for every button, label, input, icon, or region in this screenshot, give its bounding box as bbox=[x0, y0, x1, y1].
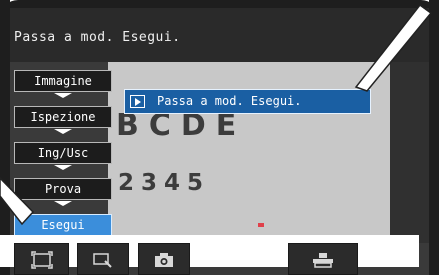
device-bezel-left bbox=[0, 0, 10, 275]
main-menu: Immagine Ispezione Ing/Usc Prova Esegui bbox=[14, 70, 112, 245]
fit-frame-button[interactable] bbox=[14, 243, 69, 275]
popup-label: Passa a mod. Esegui. bbox=[157, 94, 302, 108]
device-display: Passa a mod. Esegui. BCDE 2345 Immagine … bbox=[0, 0, 439, 275]
flow-arrow-icon bbox=[54, 129, 72, 134]
title-text: Passa a mod. Esegui. bbox=[14, 30, 181, 45]
zoom-icon bbox=[93, 253, 112, 268]
play-icon bbox=[130, 95, 145, 108]
title-bar: Passa a mod. Esegui. bbox=[10, 8, 429, 62]
sample-digits: 2345 bbox=[118, 170, 211, 196]
menu-item-immagine[interactable]: Immagine bbox=[14, 70, 112, 92]
menu-item-ing-usc[interactable]: Ing/Usc bbox=[14, 142, 112, 164]
flow-arrow-icon bbox=[54, 201, 72, 206]
side-panel bbox=[390, 62, 429, 243]
menu-item-ispezione[interactable]: Ispezione bbox=[14, 106, 112, 128]
flow-arrow-icon bbox=[54, 93, 72, 98]
measurement-marker bbox=[258, 223, 264, 227]
device-bezel-right bbox=[429, 0, 439, 275]
camera-button[interactable] bbox=[138, 243, 190, 275]
fit-frame-icon bbox=[30, 251, 53, 269]
zoom-button[interactable] bbox=[77, 243, 129, 275]
camera-icon bbox=[155, 253, 173, 267]
flow-arrow-icon bbox=[54, 165, 72, 170]
save-button[interactable] bbox=[288, 243, 358, 275]
menu-item-esegui[interactable]: Esegui bbox=[14, 214, 112, 236]
menu-item-prova[interactable]: Prova bbox=[14, 178, 112, 200]
save-icon bbox=[313, 253, 333, 268]
switch-mode-popup[interactable]: Passa a mod. Esegui. bbox=[124, 89, 371, 114]
